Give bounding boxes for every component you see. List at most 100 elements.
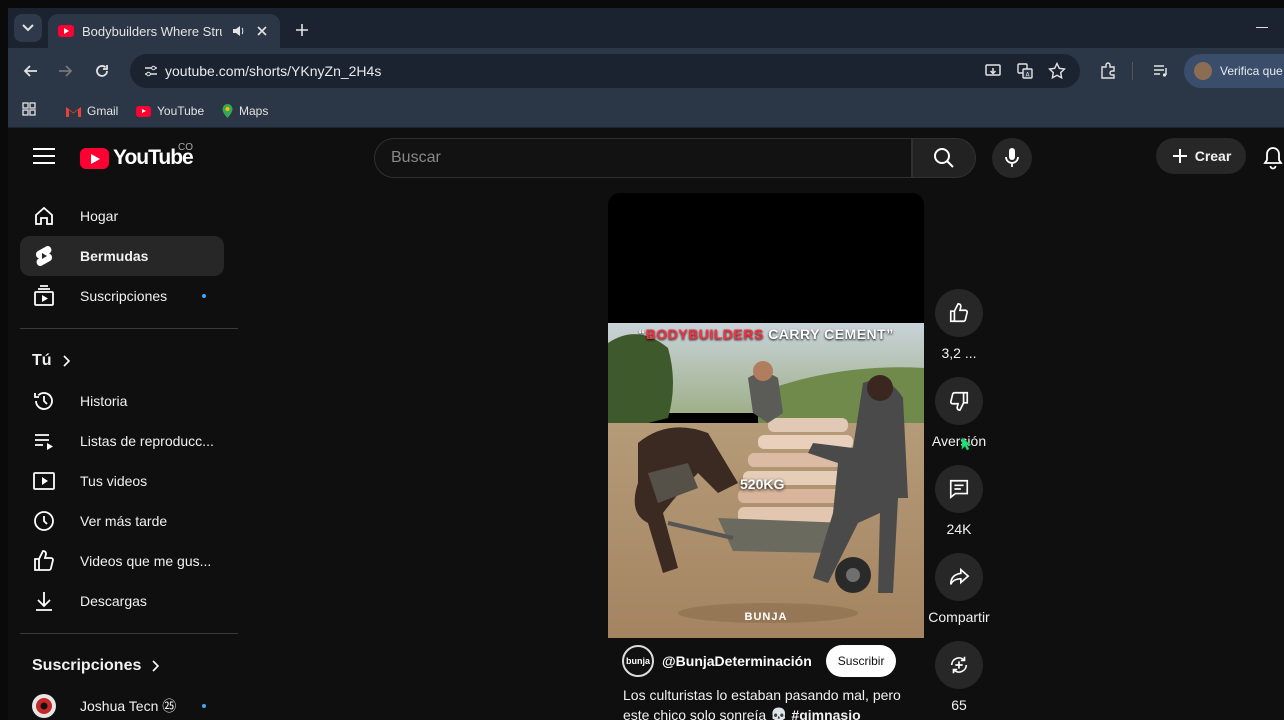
sidebar-item-watch-later[interactable]: Ver más tarde [20,501,224,541]
minimize-button[interactable] [1256,20,1270,34]
sidebar-item-playlists[interactable]: Listas de reproducc... [20,421,224,461]
dislike-action: Aversión [924,377,994,449]
youtube-favicon-icon [58,25,74,37]
section-heading: Suscripciones [32,657,142,674]
search-button[interactable] [912,138,976,178]
liked-videos-icon [34,550,54,571]
overlay-watermark: BUNJA [744,611,788,623]
sidebar-section-you[interactable]: Tú [32,352,70,370]
arrow-left-icon [23,65,37,77]
extensions-icon[interactable] [1099,62,1117,80]
chevron-right-icon [152,660,160,672]
country-code: CO [178,142,193,153]
new-content-dot [202,294,206,298]
comment-button[interactable] [935,465,983,513]
sidebar-divider [20,633,238,634]
dislike-icon [949,391,969,411]
bookmark-gmail[interactable]: Gmail [66,101,118,121]
install-app-icon[interactable] [984,62,1002,80]
apps-grid-icon[interactable] [22,102,36,116]
sidebar-item-label: Hogar [80,208,119,224]
youtube-logo[interactable]: YouTube CO [80,142,194,170]
home-icon [35,206,53,225]
sidebar-section-subscriptions[interactable]: Suscripciones [32,657,160,675]
hashtag-link[interactable]: #gimnasio [791,707,860,720]
sidebar-item-home[interactable]: Hogar [20,196,224,236]
remix-button[interactable] [935,641,983,689]
tab-active[interactable]: Bodybuilders Where Strugg [48,14,280,48]
sidebar-item-shorts[interactable]: Bermudas [20,236,224,276]
new-tab-button[interactable] [290,18,314,42]
overlay-weight-label: 520KG [740,476,785,492]
sidebar-item-downloads[interactable]: Descargas [20,581,224,621]
search-input[interactable] [375,139,875,177]
create-button[interactable]: Crear [1156,138,1246,174]
remix-count: 65 [951,697,967,713]
sidebar-item-history[interactable]: Historia [20,381,224,421]
back-button[interactable] [20,60,42,82]
dislike-button[interactable] [935,377,983,425]
youtube-logo-icon [80,147,109,169]
voice-search-button[interactable] [992,138,1032,178]
overlay-title-red: BODYBUILDERS [645,326,764,342]
address-bar[interactable]: youtube.com/shorts/YKnyZn_2H4s A [130,54,1080,88]
speaker-icon[interactable] [230,23,246,39]
mouse-cursor-icon [961,437,971,451]
share-button[interactable] [935,553,983,601]
menu-icon[interactable] [33,148,55,166]
channel-avatar[interactable]: bunja [622,645,654,677]
bookmark-label: Gmail [87,104,119,118]
channel-row: bunja @BunjaDeterminación Suscribir [622,645,897,677]
search-icon [934,148,954,168]
shorts-icon [35,245,53,267]
playlists-icon [35,434,53,450]
overlay-title-white: CARRY CEMENT [768,326,887,342]
like-button[interactable] [935,289,983,337]
sidebar-item-label: Ver más tarde [80,513,168,529]
window-frame-left [0,8,8,720]
sidebar-item-label: Listas de reproducc... [80,433,214,449]
sidebar-item-channel[interactable]: Joshua Tecn ㉕ [20,686,224,720]
tab-search-button[interactable] [14,14,42,42]
channel-name-link[interactable]: @BunjaDeterminación [662,653,812,669]
channel-avatar [32,694,56,718]
sidebar-item-your-videos[interactable]: Tus videos [20,461,224,501]
url-text: youtube.com/shorts/YKnyZn_2H4s [165,63,382,79]
close-icon[interactable] [254,23,270,39]
bell-icon[interactable] [1262,146,1284,170]
short-caption: Los culturistas lo estaban pasando mal, … [623,685,923,720]
caption-line: este chico solo sonreía 💀 [623,707,788,720]
forward-button[interactable] [54,60,76,82]
media-control-icon[interactable] [1152,62,1170,80]
star-icon[interactable] [1048,62,1066,80]
profile-button[interactable]: Verifica que [1184,54,1284,88]
bookmark-label: YouTube [157,104,205,118]
microphone-icon [1005,148,1019,167]
caption-line: Los culturistas lo estaban pasando mal, … [623,687,901,703]
sidebar-item-liked-videos[interactable]: Videos que me gus... [20,541,224,581]
bookmarks-bar: Gmail YouTube Maps [8,94,1284,128]
plus-icon [296,24,308,36]
sidebar-item-label: Historia [80,393,128,409]
remix-action: 65 [924,641,994,713]
gmail-icon [66,106,81,117]
downloads-icon [36,592,52,611]
video-overlay-title: “BODYBUILDERS CARRY CEMENT” [638,326,894,342]
bookmark-youtube[interactable]: YouTube [136,101,204,121]
sidebar-item-label: Tus videos [80,473,148,489]
window-frame [0,0,1284,8]
reload-icon [96,65,108,77]
sidebar-divider [20,328,238,329]
youtube-icon [136,105,151,117]
site-settings-icon[interactable] [142,62,160,80]
share-action: Compartir [924,553,994,625]
dislike-label: Aversión [931,433,987,449]
subscribe-button[interactable]: Suscribir [825,645,897,677]
bookmark-maps[interactable]: Maps [222,101,268,121]
translate-icon[interactable]: A [1016,62,1034,80]
tab-strip: Bodybuilders Where Strugg [8,8,1284,48]
sidebar-item-subscriptions[interactable]: Suscripciones [20,276,224,316]
reload-button[interactable] [91,60,113,82]
short-video-player[interactable]: “BODYBUILDERS CARRY CEMENT” 520KG BUNJA [608,193,924,638]
bookmark-label: Maps [239,104,269,118]
